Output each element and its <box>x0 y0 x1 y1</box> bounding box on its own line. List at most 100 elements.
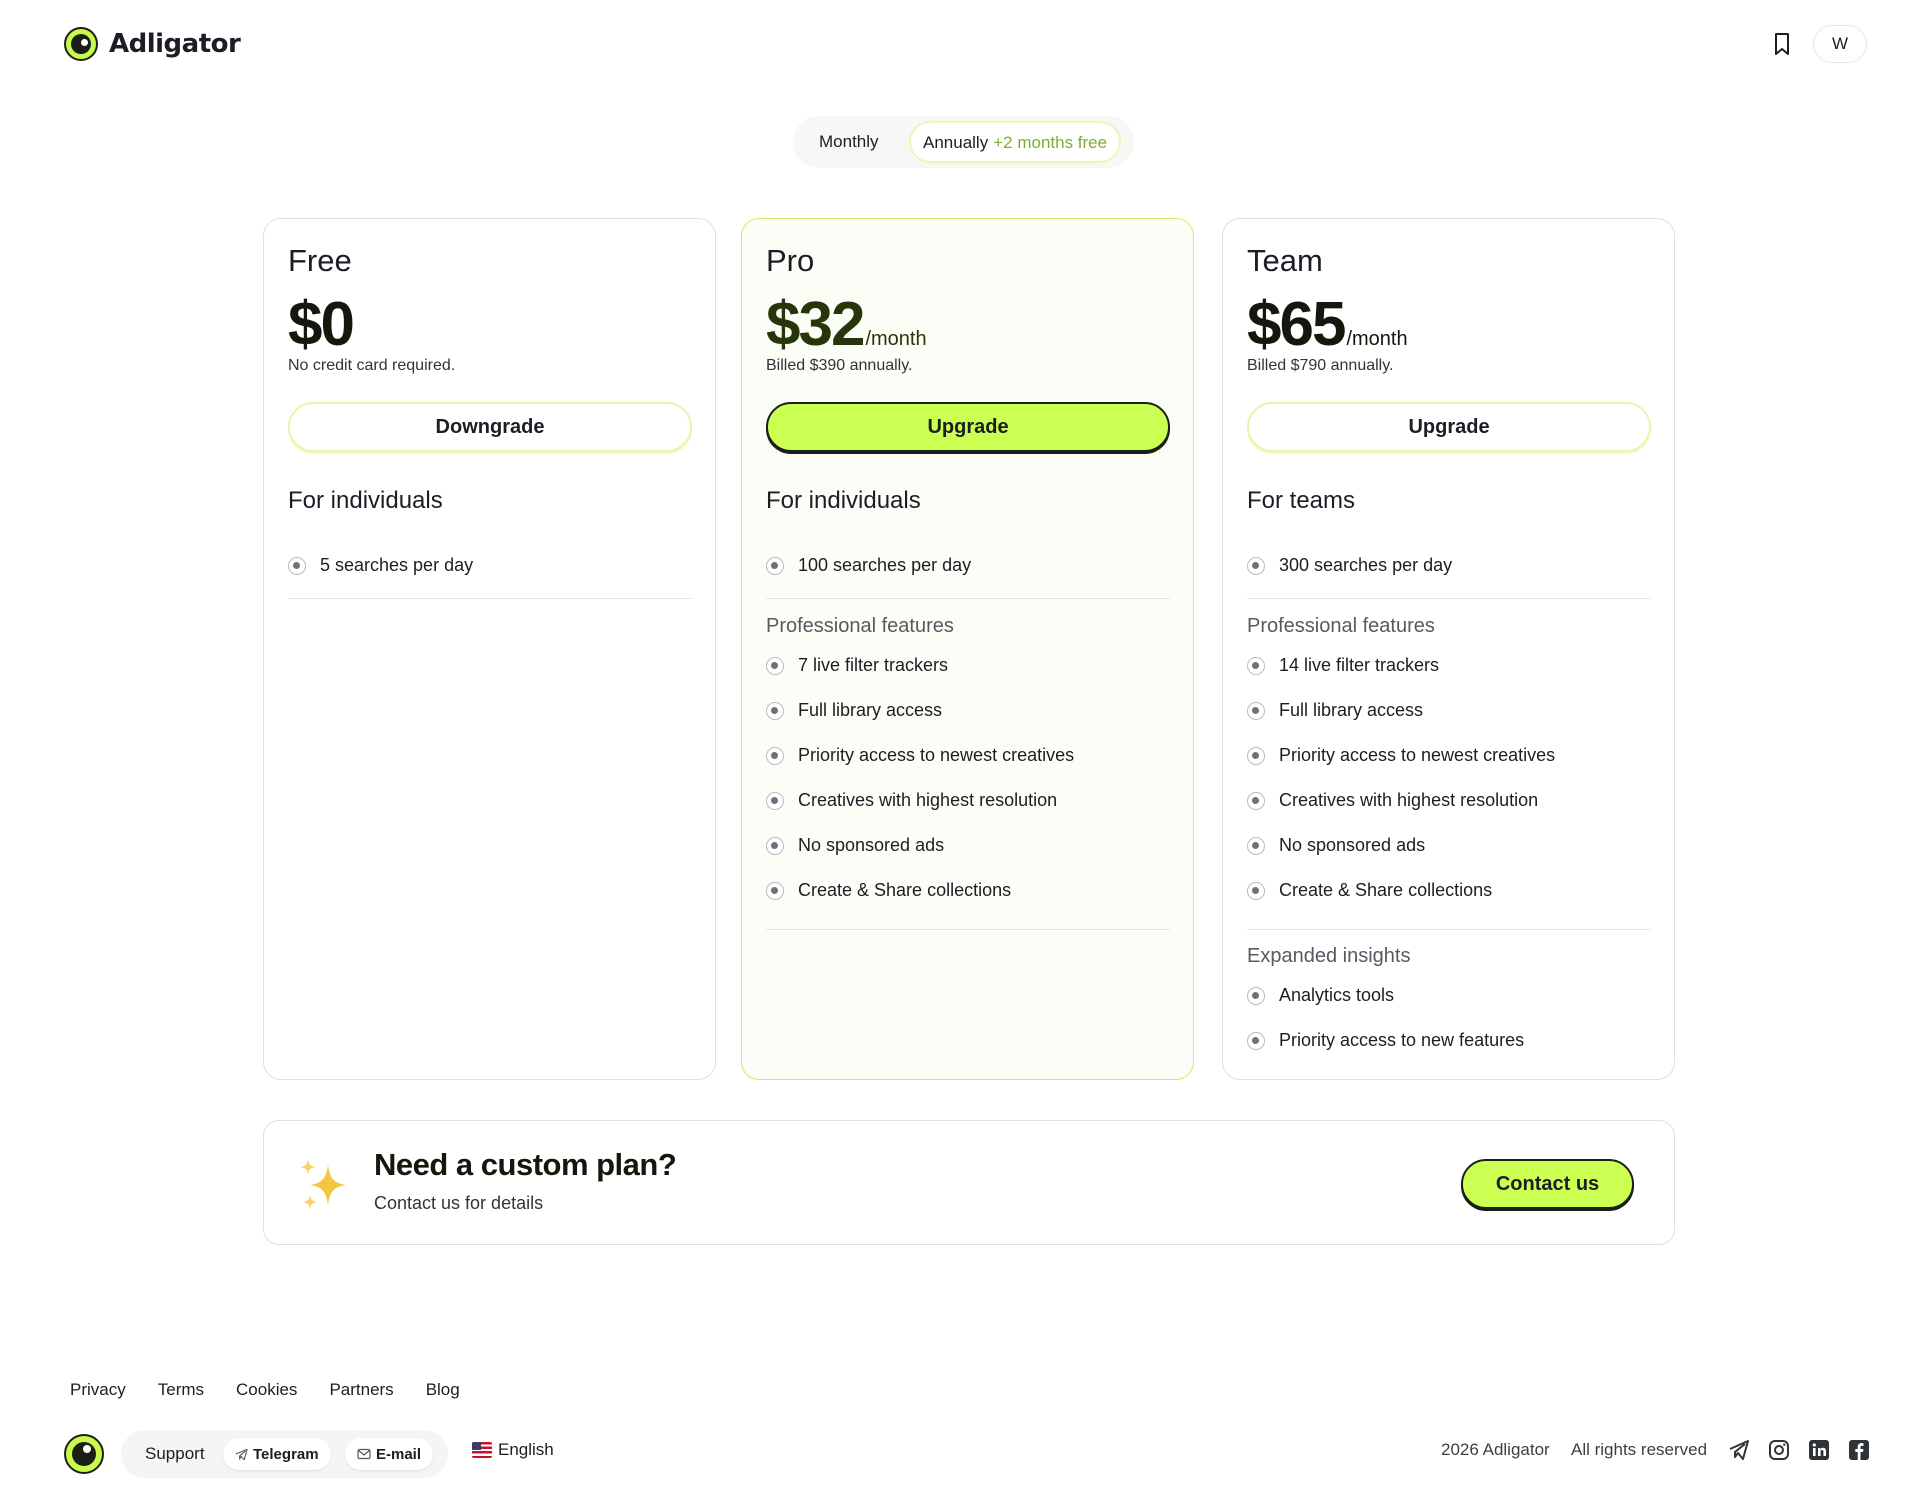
feature-bullet-icon <box>1247 881 1265 900</box>
annually-option[interactable]: Annually +2 months free <box>909 121 1122 163</box>
instagram-icon[interactable] <box>1767 1438 1791 1462</box>
section-title: Professional features <box>766 615 954 637</box>
feature-item: Priority access to newest creatives <box>1247 745 1555 766</box>
plan-name: Team <box>1247 243 1323 278</box>
price-amount: $32 <box>766 290 865 359</box>
copyright-text: 2026 Adligator <box>1441 1440 1550 1459</box>
feature-bullet-icon <box>766 836 784 855</box>
feature-item: Create & Share collections <box>1247 880 1492 901</box>
footer-link-terms[interactable]: Terms <box>158 1380 204 1400</box>
plan-card-pro: Pro $32/month Billed $390 annually. Upgr… <box>741 218 1194 1080</box>
feature-bullet-icon <box>1247 986 1265 1005</box>
feature-bullet-icon <box>1247 1031 1265 1050</box>
plan-card-team: Team $65/month Billed $790 annually. Upg… <box>1222 218 1675 1080</box>
divider <box>1247 929 1651 930</box>
footer-links: Privacy Terms Cookies Partners Blog <box>70 1380 460 1400</box>
feature-bullet-icon <box>1247 836 1265 855</box>
billing-period-toggle: Monthly Annually +2 months free <box>793 116 1134 168</box>
footer-logo-icon[interactable] <box>64 1434 104 1474</box>
feature-item: Priority access to newest creatives <box>766 745 1074 766</box>
plan-audience: For individuals <box>288 487 443 514</box>
user-avatar-button[interactable]: W <box>1813 25 1867 63</box>
price-period: /month <box>865 328 927 350</box>
billing-note: No credit card required. <box>288 357 456 374</box>
feature-bullet-icon <box>288 556 306 575</box>
price-amount: $65 <box>1247 290 1346 359</box>
telegram-icon <box>235 1448 248 1460</box>
section-title: Expanded insights <box>1247 945 1411 967</box>
feature-item: Full library access <box>1247 700 1423 721</box>
plan-name: Pro <box>766 243 815 278</box>
feature-item: 7 live filter trackers <box>766 655 948 676</box>
monthly-option[interactable]: Monthly <box>807 122 891 162</box>
rights-text: All rights reserved <box>1571 1440 1708 1459</box>
footer-link-privacy[interactable]: Privacy <box>70 1380 126 1400</box>
brand-name: Adligator <box>109 29 241 59</box>
feature-item: 100 searches per day <box>766 555 971 576</box>
price-amount: $0 <box>288 290 355 359</box>
top-bar: Adligator W <box>0 0 1920 88</box>
brand-logo[interactable]: Adligator <box>64 27 241 61</box>
plan-name: Free <box>288 243 352 278</box>
contact-us-button[interactable]: Contact us <box>1461 1159 1634 1209</box>
feature-bullet-icon <box>766 881 784 900</box>
feature-bullet-icon <box>1247 556 1265 575</box>
feature-bullet-icon <box>766 556 784 575</box>
plan-price: $32/month <box>766 289 927 360</box>
divider <box>1247 598 1651 599</box>
feature-bullet-icon <box>1247 746 1265 765</box>
plan-price: $0 <box>288 289 355 360</box>
feature-bullet-icon <box>1247 791 1265 810</box>
annually-label: Annually <box>923 133 989 152</box>
feature-item: 14 live filter trackers <box>1247 655 1439 676</box>
plan-card-free: Free $0 No credit card required. Downgra… <box>263 218 716 1080</box>
language-label: English <box>498 1440 554 1459</box>
footer-link-partners[interactable]: Partners <box>329 1380 393 1400</box>
feature-bullet-icon <box>766 701 784 720</box>
footer-link-blog[interactable]: Blog <box>426 1380 460 1400</box>
feature-bullet-icon <box>1247 701 1265 720</box>
email-support-button[interactable]: E-mail <box>345 1438 434 1470</box>
custom-plan-banner: Need a custom plan? Contact us for detai… <box>263 1120 1675 1245</box>
custom-plan-subtitle: Contact us for details <box>374 1193 544 1213</box>
linkedin-icon[interactable] <box>1807 1438 1831 1462</box>
telegram-social-icon[interactable] <box>1727 1438 1751 1462</box>
feature-bullet-icon <box>766 791 784 810</box>
feature-bullet-icon <box>1247 656 1265 675</box>
bookmark-icon[interactable] <box>1770 30 1794 58</box>
sparkles-icon <box>300 1159 346 1209</box>
language-selector[interactable]: English <box>472 1440 554 1460</box>
feature-item: Analytics tools <box>1247 985 1394 1006</box>
feature-bullet-icon <box>766 746 784 765</box>
feature-item: Priority access to new features <box>1247 1030 1524 1051</box>
custom-plan-title: Need a custom plan? <box>374 1147 677 1182</box>
feature-item: Creatives with highest resolution <box>1247 790 1538 811</box>
upgrade-team-button[interactable]: Upgrade <box>1247 402 1651 452</box>
plan-audience: For individuals <box>766 487 921 514</box>
support-label: Support <box>145 1444 205 1463</box>
us-flag-icon <box>472 1442 492 1458</box>
footer-link-cookies[interactable]: Cookies <box>236 1380 297 1400</box>
downgrade-button[interactable]: Downgrade <box>288 402 692 452</box>
plan-price: $65/month <box>1247 289 1408 360</box>
feature-item: No sponsored ads <box>1247 835 1425 856</box>
divider <box>766 929 1170 930</box>
divider <box>288 598 692 599</box>
support-group: Support Telegram E-mail <box>121 1430 448 1478</box>
feature-item: 5 searches per day <box>288 555 473 576</box>
price-period: /month <box>1346 328 1408 350</box>
plan-audience: For teams <box>1247 487 1356 514</box>
feature-item: No sponsored ads <box>766 835 944 856</box>
divider <box>766 598 1170 599</box>
feature-bullet-icon <box>766 656 784 675</box>
billing-note: Billed $390 annually. <box>766 357 913 374</box>
telegram-support-button[interactable]: Telegram <box>223 1438 331 1470</box>
facebook-icon[interactable] <box>1847 1438 1871 1462</box>
section-title: Professional features <box>1247 615 1435 637</box>
email-icon <box>357 1448 371 1460</box>
feature-item: Create & Share collections <box>766 880 1011 901</box>
upgrade-pro-button[interactable]: Upgrade <box>766 402 1170 452</box>
billing-note: Billed $790 annually. <box>1247 357 1394 374</box>
feature-item: 300 searches per day <box>1247 555 1452 576</box>
annual-discount-badge: +2 months free <box>993 133 1108 152</box>
